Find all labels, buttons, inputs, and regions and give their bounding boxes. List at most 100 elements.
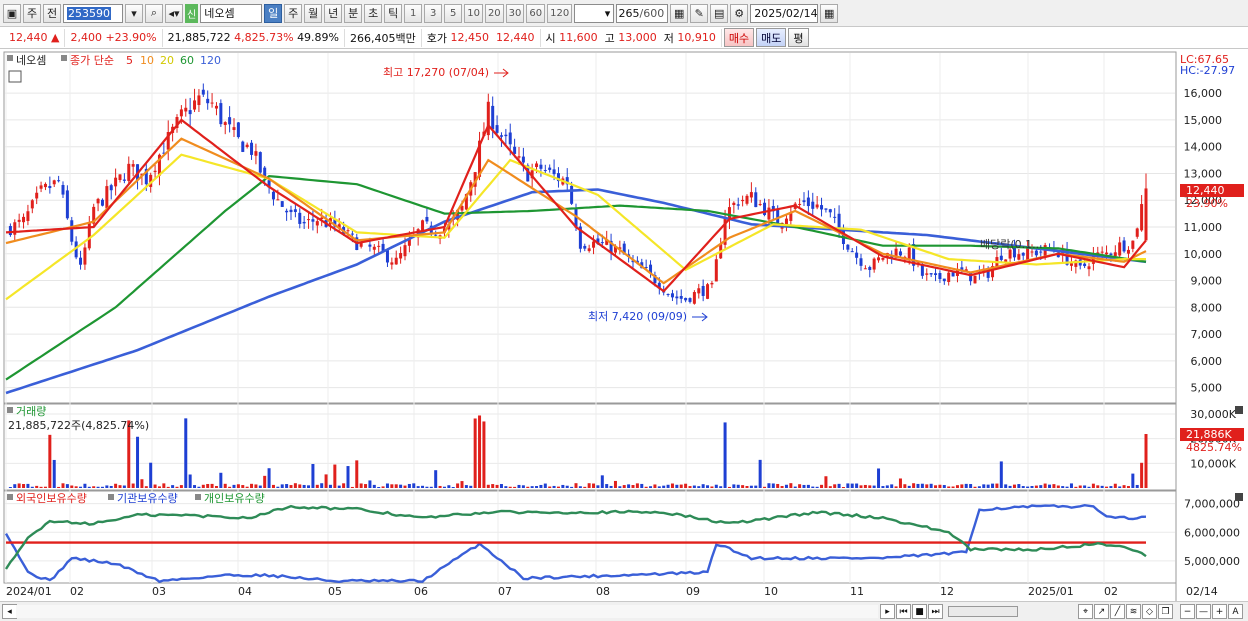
scroll-left-icon[interactable]: ◂: [2, 604, 17, 619]
legend-ma5: 5: [126, 54, 133, 67]
current-pct-label: 23.90%: [1186, 197, 1228, 210]
volume-bar: [675, 484, 679, 488]
copy-icon[interactable]: ❐: [1158, 604, 1173, 619]
volume-bar: [530, 486, 534, 488]
stop-icon[interactable]: ■: [912, 604, 927, 619]
volume-bar: [57, 486, 61, 488]
fib-icon[interactable]: ≋: [1126, 604, 1141, 619]
minimize-icon[interactable]: —: [1196, 604, 1211, 619]
font-size-icon[interactable]: A: [1228, 604, 1243, 619]
tab-second[interactable]: 초: [364, 3, 383, 23]
volume-bar: [881, 486, 885, 488]
interval-20[interactable]: 20: [484, 3, 504, 23]
candle-body: [83, 247, 87, 265]
candle-body: [193, 100, 197, 110]
panel-close-icon[interactable]: [1235, 493, 1243, 501]
crosshair-icon[interactable]: ⌖: [1078, 604, 1093, 619]
quote-prices: 호가 12,450 12,440: [422, 28, 541, 47]
volume-info: 21,885,722 4,825.73% 49.89%: [163, 28, 346, 47]
scroll-right-icon[interactable]: ▸: [880, 604, 895, 619]
forward-icon[interactable]: ⏭: [928, 604, 943, 619]
volume-bar: [381, 486, 385, 488]
tab-day[interactable]: 일: [264, 3, 283, 23]
candle-body: [535, 163, 539, 168]
stock-code-input[interactable]: 253590: [63, 3, 123, 23]
speaker-icon[interactable]: ◂▾: [165, 3, 183, 23]
volume-bar: [513, 486, 517, 488]
volume-bar: [859, 485, 863, 488]
rewind-icon[interactable]: ⏮: [896, 604, 911, 619]
line-icon[interactable]: ╱: [1110, 604, 1125, 619]
candle-body: [17, 219, 21, 222]
custom-interval-dropdown[interactable]: ▾: [574, 3, 615, 23]
period-button[interactable]: 주: [23, 3, 41, 23]
tab-tick[interactable]: 틱: [384, 3, 403, 23]
calendar-icon[interactable]: ▦: [820, 3, 839, 23]
search-icon[interactable]: ⌕: [145, 3, 163, 23]
buy-button[interactable]: 매수: [723, 28, 755, 47]
legend-marker-icon: [7, 55, 13, 61]
interval-5[interactable]: 5: [444, 3, 463, 23]
save-icon[interactable]: ▤: [710, 3, 729, 23]
date-tick-label: 12: [940, 585, 954, 598]
stock-name-field[interactable]: 네오셈: [200, 3, 263, 23]
volume-title: 거래량: [16, 405, 46, 418]
dropdown-icon[interactable]: ▾: [125, 3, 143, 23]
price-tick-label: 9,000: [1191, 275, 1223, 288]
panel-close-icon[interactable]: [1235, 406, 1243, 414]
tab-week[interactable]: 주: [284, 3, 303, 23]
interval-10[interactable]: 10: [464, 3, 483, 23]
volume-bar: [1087, 486, 1091, 488]
gear-icon[interactable]: ⚙: [730, 3, 749, 23]
volume-bar: [293, 483, 297, 488]
interval-30[interactable]: 30: [505, 3, 525, 23]
volume-bar: [504, 486, 508, 488]
trend-icon[interactable]: ↗: [1094, 604, 1109, 619]
interval-60[interactable]: 60: [526, 3, 546, 23]
holder-tick-label: 5,000,000: [1184, 555, 1240, 568]
window-icon[interactable]: ▣: [3, 3, 21, 23]
sell-button[interactable]: 매도: [756, 28, 787, 47]
volume-bar: [1074, 486, 1078, 488]
volume-bar: [868, 485, 872, 488]
candle-body: [258, 152, 262, 173]
legend-ma-label: 종가 단순: [70, 54, 114, 67]
indicator-icon[interactable]: ▦: [670, 3, 689, 23]
zoom-in-icon[interactable]: +: [1212, 604, 1227, 619]
volume-bar: [298, 484, 302, 488]
zoom-out-icon[interactable]: −: [1180, 604, 1195, 619]
volume-value: 21,885,722주(4,825.74%): [8, 419, 149, 432]
candle-body: [552, 169, 556, 175]
stock-chart[interactable]: 네오셈 종가 단순 5 10 20 60 120 최고 17,270 (07/0…: [0, 49, 1248, 601]
candle-body: [1100, 251, 1104, 253]
volume-bar: [662, 485, 666, 488]
volume-bar: [833, 484, 837, 488]
volume-bar: [92, 486, 96, 488]
tab-month[interactable]: 월: [304, 3, 323, 23]
drawing-icon[interactable]: ✎: [690, 3, 709, 23]
shape-icon[interactable]: ◇: [1142, 604, 1157, 619]
candle-body: [521, 156, 525, 163]
count-field[interactable]: 265/600: [616, 3, 669, 23]
volume-bar: [219, 472, 223, 488]
zoom-slider[interactable]: [948, 606, 1018, 617]
prev-button[interactable]: 전: [43, 3, 61, 23]
table-icon[interactable]: [8, 70, 22, 83]
volume-bar: [140, 479, 144, 488]
tab-minute[interactable]: 분: [344, 3, 363, 23]
candle-body: [811, 201, 815, 209]
interval-3[interactable]: 3: [424, 3, 443, 23]
candle-body: [184, 107, 188, 112]
date-field[interactable]: 2025/02/14: [750, 3, 819, 23]
volume-bar: [548, 486, 552, 488]
volume-bar: [898, 478, 902, 488]
tab-year[interactable]: 년: [324, 3, 343, 23]
scroll-track[interactable]: [16, 605, 878, 618]
date-tick-label: 06: [414, 585, 428, 598]
interval-120[interactable]: 120: [547, 3, 573, 23]
eval-button[interactable]: 평: [788, 28, 809, 47]
candle-body: [1131, 240, 1135, 249]
date-tick-label: 2024/01: [6, 585, 52, 598]
interval-1[interactable]: 1: [404, 3, 423, 23]
volume-bar: [311, 464, 315, 488]
